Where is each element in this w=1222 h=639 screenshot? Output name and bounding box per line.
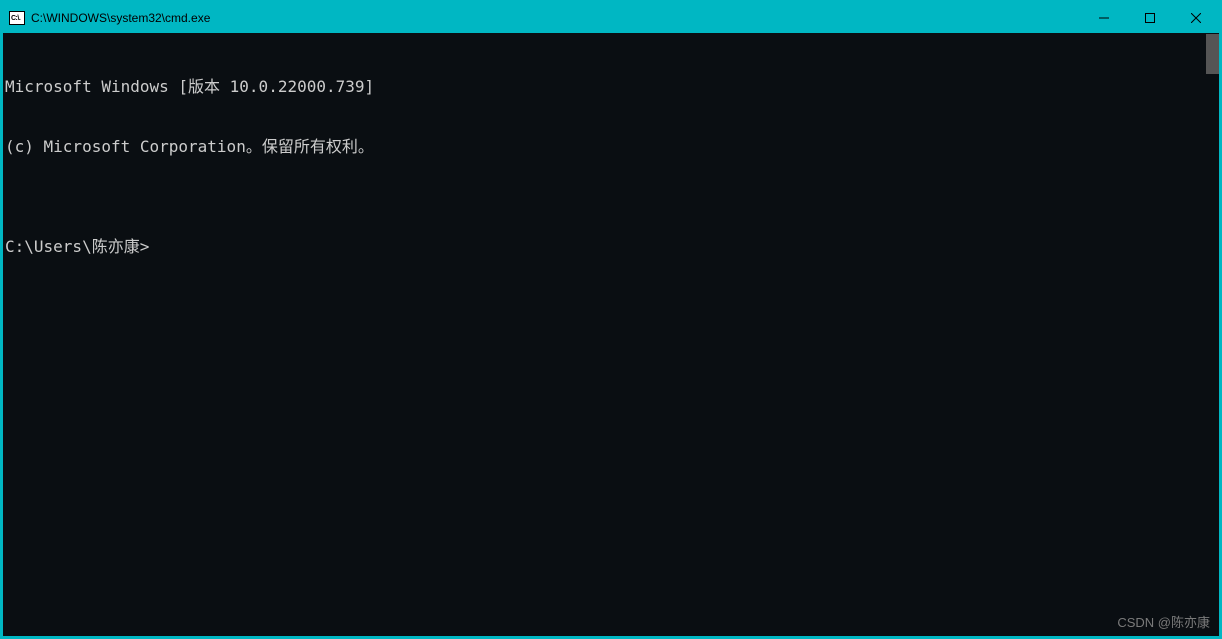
maximize-button[interactable] <box>1127 3 1173 33</box>
terminal-line: (c) Microsoft Corporation。保留所有权利。 <box>5 137 1217 157</box>
titlebar-left: C:\. C:\WINDOWS\system32\cmd.exe <box>9 11 210 25</box>
titlebar[interactable]: C:\. C:\WINDOWS\system32\cmd.exe <box>3 3 1219 33</box>
scrollbar-thumb[interactable] <box>1206 34 1219 74</box>
cmd-icon: C:\. <box>9 11 25 25</box>
window-title: C:\WINDOWS\system32\cmd.exe <box>31 11 210 25</box>
close-icon <box>1191 13 1201 23</box>
terminal-prompt: C:\Users\陈亦康> <box>5 237 1217 257</box>
window-controls <box>1081 3 1219 33</box>
minimize-button[interactable] <box>1081 3 1127 33</box>
maximize-icon <box>1145 13 1155 23</box>
cmd-window: C:\. C:\WINDOWS\system32\cmd.exe Microso… <box>0 0 1222 639</box>
watermark: CSDN @陈亦康 <box>1117 612 1210 631</box>
terminal-output[interactable]: Microsoft Windows [版本 10.0.22000.739] (c… <box>3 33 1219 636</box>
terminal-line: Microsoft Windows [版本 10.0.22000.739] <box>5 77 1217 97</box>
close-button[interactable] <box>1173 3 1219 33</box>
minimize-icon <box>1099 13 1109 23</box>
